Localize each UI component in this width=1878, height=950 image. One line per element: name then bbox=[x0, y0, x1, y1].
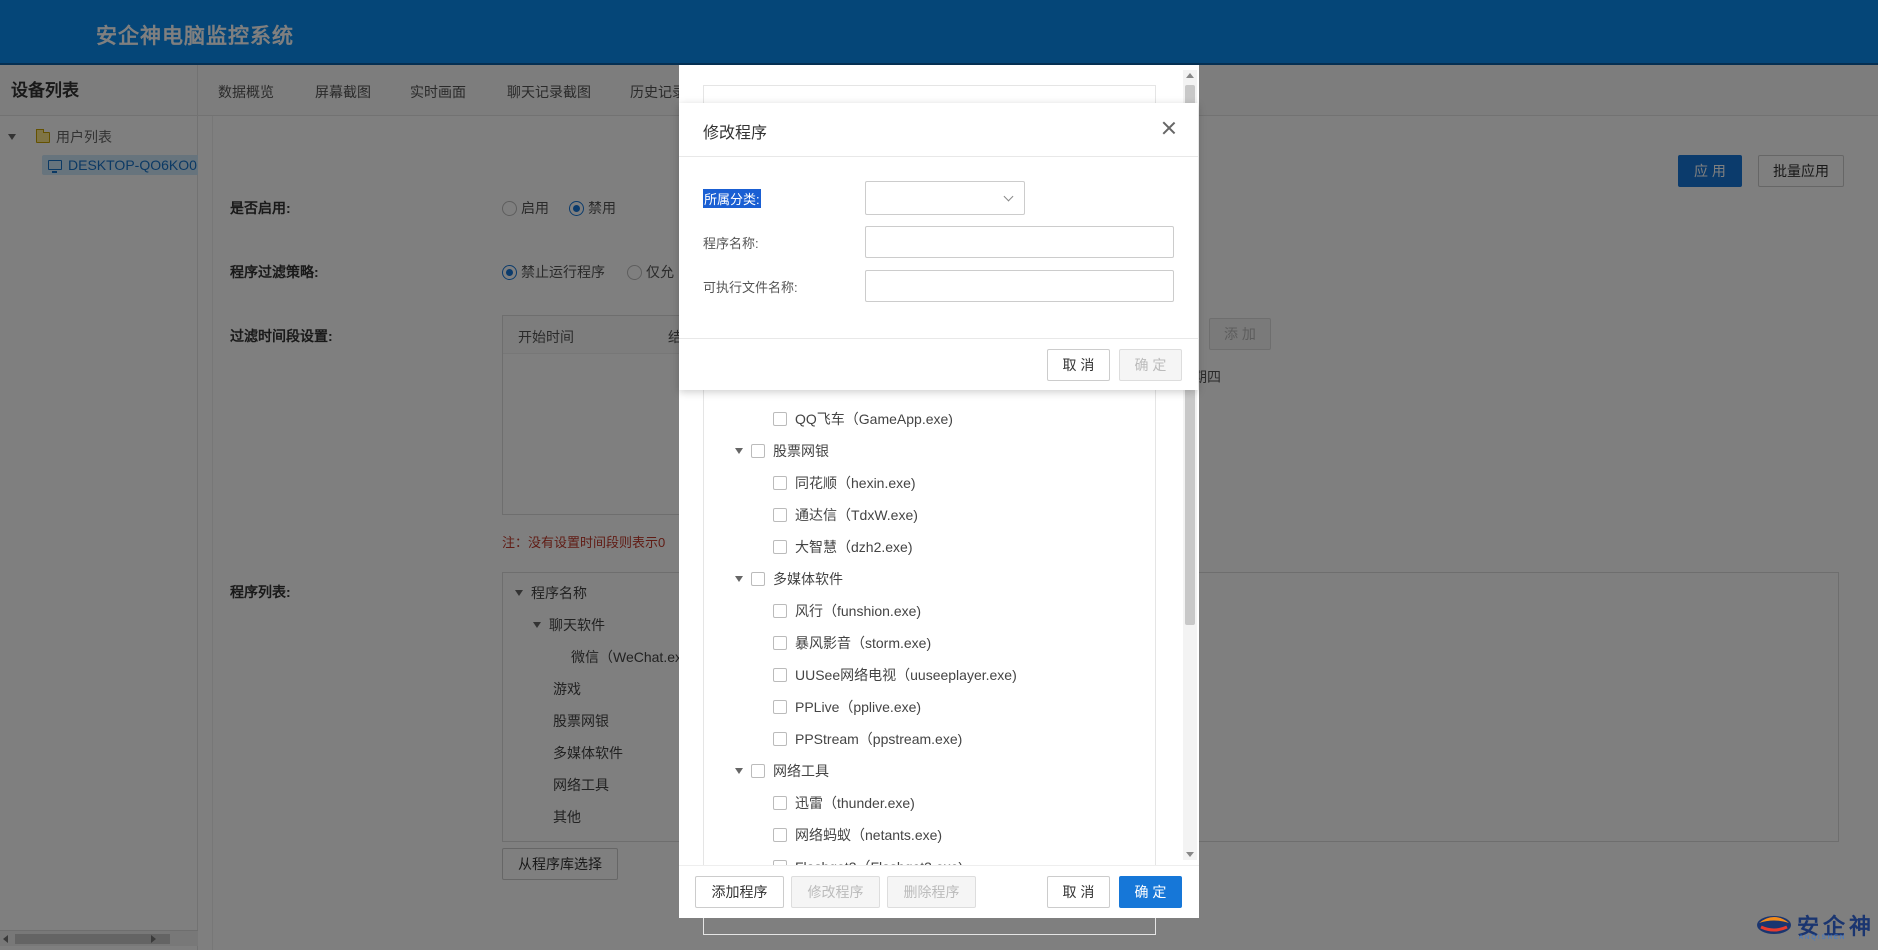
lib-item-funshion[interactable]: 风行（funshion.exe) bbox=[773, 601, 921, 621]
program-name-label: 程序名称: bbox=[703, 236, 759, 251]
checkbox[interactable] bbox=[773, 508, 787, 522]
chevron-down-icon bbox=[1003, 191, 1014, 202]
item-label: 迅雷（thunder.exe) bbox=[795, 795, 915, 811]
delete-program-button[interactable]: 删除程序 bbox=[887, 876, 976, 908]
item-label: 网络蚂蚁（netants.exe) bbox=[795, 827, 943, 843]
lib-item-hexin[interactable]: 同花顺（hexin.exe) bbox=[773, 473, 916, 493]
exe-name-label: 可执行文件名称: bbox=[703, 280, 798, 295]
lib-category-media[interactable]: 多媒体软件 bbox=[735, 569, 843, 589]
lib-item-tdx[interactable]: 通达信（TdxW.exe) bbox=[773, 505, 918, 525]
checkbox[interactable] bbox=[773, 412, 787, 426]
lib-item-dzh[interactable]: 大智慧（dzh2.exe) bbox=[773, 537, 912, 557]
lib-item-pplive[interactable]: PPLive（pplive.exe) bbox=[773, 697, 921, 717]
logo-icon bbox=[1757, 916, 1791, 934]
checkbox[interactable] bbox=[773, 700, 787, 714]
dialog-title: 修改程序 bbox=[703, 125, 768, 142]
lib-item-qq-speed[interactable]: QQ飞车（GameApp.exe) bbox=[773, 409, 953, 429]
chevron-down-icon[interactable] bbox=[735, 448, 743, 454]
item-label: PPLive（pplive.exe) bbox=[795, 699, 922, 715]
item-label: 网络工具 bbox=[773, 763, 829, 779]
item-label: UUSee网络电视（uuseeplayer.exe) bbox=[795, 667, 1017, 683]
checkbox[interactable] bbox=[773, 732, 787, 746]
exe-name-input[interactable] bbox=[865, 270, 1174, 302]
lib-category-stock[interactable]: 股票网银 bbox=[735, 441, 829, 461]
library-ok-button[interactable]: 确 定 bbox=[1119, 876, 1182, 908]
edit-program-dialog: 修改程序 所属分类: 程序名称: 可执行文件名称: 取 消 确 定 bbox=[679, 103, 1198, 390]
lib-category-network[interactable]: 网络工具 bbox=[735, 761, 829, 781]
lib-item-storm[interactable]: 暴风影音（storm.exe) bbox=[773, 633, 931, 653]
logo-subtext: ANQISHEN bbox=[1799, 935, 1847, 941]
scroll-down-icon[interactable] bbox=[1186, 852, 1194, 857]
item-label: 股票网银 bbox=[773, 443, 829, 459]
lib-item-uusee[interactable]: UUSee网络电视（uuseeplayer.exe) bbox=[773, 665, 1017, 685]
dialog-footer: 取 消 确 定 bbox=[679, 338, 1198, 390]
item-label: 通达信（TdxW.exe) bbox=[795, 507, 918, 523]
dialog-header: 修改程序 bbox=[679, 103, 1198, 157]
checkbox[interactable] bbox=[773, 540, 787, 554]
item-label: 风行（funshion.exe) bbox=[795, 603, 922, 619]
item-label: 同花顺（hexin.exe) bbox=[795, 475, 916, 491]
checkbox[interactable] bbox=[773, 796, 787, 810]
program-name-input[interactable] bbox=[865, 226, 1174, 258]
ok-button[interactable]: 确 定 bbox=[1119, 349, 1182, 381]
item-label: PPStream（ppstream.exe) bbox=[795, 731, 963, 747]
lib-item-thunder[interactable]: 迅雷（thunder.exe) bbox=[773, 793, 915, 813]
close-icon[interactable] bbox=[1160, 119, 1178, 137]
category-select[interactable] bbox=[865, 181, 1025, 215]
checkbox[interactable] bbox=[773, 636, 787, 650]
checkbox[interactable] bbox=[751, 444, 765, 458]
checkbox[interactable] bbox=[773, 828, 787, 842]
checkbox[interactable] bbox=[751, 764, 765, 778]
lib-item-netants[interactable]: 网络蚂蚁（netants.exe) bbox=[773, 825, 942, 845]
item-label: 大智慧（dzh2.exe) bbox=[795, 539, 913, 555]
cancel-button[interactable]: 取 消 bbox=[1047, 349, 1110, 381]
category-label: 所属分类: bbox=[703, 189, 761, 208]
add-program-button[interactable]: 添加程序 bbox=[695, 876, 784, 908]
item-label: 多媒体软件 bbox=[773, 571, 843, 587]
lib-item-ppstream[interactable]: PPStream（ppstream.exe) bbox=[773, 729, 962, 749]
item-label: QQ飞车（GameApp.exe) bbox=[795, 411, 953, 427]
checkbox[interactable] bbox=[773, 604, 787, 618]
chevron-down-icon[interactable] bbox=[735, 768, 743, 774]
chevron-down-icon[interactable] bbox=[735, 576, 743, 582]
checkbox[interactable] bbox=[751, 572, 765, 586]
edit-program-button[interactable]: 修改程序 bbox=[791, 876, 880, 908]
brand-logo: 安企神 ANQISHEN bbox=[1755, 905, 1875, 945]
checkbox[interactable] bbox=[773, 668, 787, 682]
scroll-up-icon[interactable] bbox=[1186, 73, 1194, 78]
checkbox[interactable] bbox=[773, 476, 787, 490]
library-dialog-footer: 添加程序 修改程序 删除程序 取 消 确 定 bbox=[679, 865, 1199, 918]
library-cancel-button[interactable]: 取 消 bbox=[1047, 876, 1110, 908]
item-label: 暴风影音（storm.exe) bbox=[795, 635, 932, 651]
